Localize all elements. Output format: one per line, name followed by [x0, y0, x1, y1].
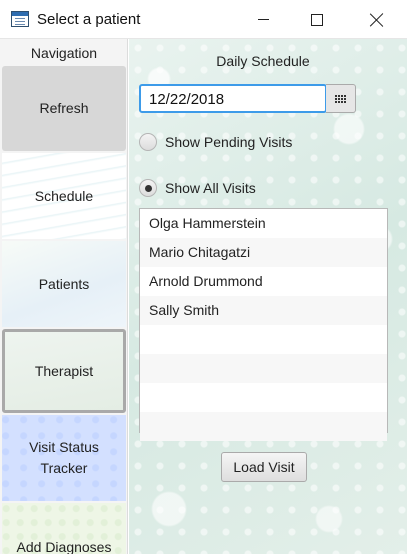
nav-add-diagnoses-button[interactable]: Add Diagnoses — [2, 503, 126, 554]
title-bar: Select a patient — [0, 0, 407, 39]
navigation-heading: Navigation — [30, 45, 98, 61]
nav-visit-status-tracker-label: Visit Status Tracker — [29, 439, 99, 476]
close-icon — [370, 13, 384, 27]
nav-refresh-label: Refresh — [39, 100, 89, 116]
nav-therapist-button[interactable]: Therapist — [2, 329, 126, 413]
show-all-visits-radio[interactable]: Show All Visits — [139, 179, 256, 197]
load-visit-button[interactable]: Load Visit — [221, 452, 307, 482]
list-item[interactable] — [140, 325, 387, 354]
close-button[interactable] — [350, 0, 404, 39]
app-icon — [11, 11, 29, 27]
maximize-button[interactable] — [290, 0, 344, 39]
navigation-sidebar: Navigation Refresh Schedule Patients The… — [0, 39, 128, 554]
radio-pending-indicator[interactable] — [139, 133, 157, 151]
list-item[interactable]: Olga Hammerstein — [140, 209, 387, 238]
list-item[interactable] — [140, 412, 387, 441]
nav-add-diagnoses-label: Add Diagnoses — [16, 539, 112, 554]
list-item[interactable]: Arnold Drummond — [140, 267, 387, 296]
minimize-button[interactable] — [236, 0, 290, 39]
show-pending-visits-radio[interactable]: Show Pending Visits — [139, 133, 292, 151]
list-item[interactable] — [140, 383, 387, 412]
nav-schedule-button[interactable]: Schedule — [2, 153, 126, 239]
nav-visit-status-tracker-button[interactable]: Visit Status Tracker — [2, 415, 126, 501]
nav-patients-button[interactable]: Patients — [2, 241, 126, 327]
list-item[interactable]: Mario Chitagatzi — [140, 238, 387, 267]
calendar-icon — [335, 94, 346, 103]
nav-schedule-label: Schedule — [34, 187, 94, 204]
visit-list[interactable]: Olga Hammerstein Mario Chitagatzi Arnold… — [139, 208, 388, 441]
show-all-visits-label: Show All Visits — [165, 180, 256, 196]
maximize-icon — [311, 13, 323, 26]
calendar-button[interactable] — [326, 84, 356, 113]
list-item[interactable] — [140, 354, 387, 383]
window-title: Select a patient — [37, 11, 141, 28]
nav-refresh-button[interactable]: Refresh — [2, 66, 126, 151]
show-pending-visits-label: Show Pending Visits — [165, 134, 293, 150]
minimize-icon — [257, 19, 269, 20]
radio-all-indicator[interactable] — [139, 179, 157, 197]
nav-patients-label: Patients — [38, 275, 90, 292]
date-input[interactable]: 12/22/2018 — [139, 84, 327, 113]
daily-schedule-heading: Daily Schedule — [216, 53, 310, 69]
nav-therapist-label: Therapist — [34, 362, 94, 379]
list-item[interactable]: Sally Smith — [140, 296, 387, 325]
main-panel: Daily Schedule 12/22/2018 Show Pending V… — [129, 39, 407, 554]
